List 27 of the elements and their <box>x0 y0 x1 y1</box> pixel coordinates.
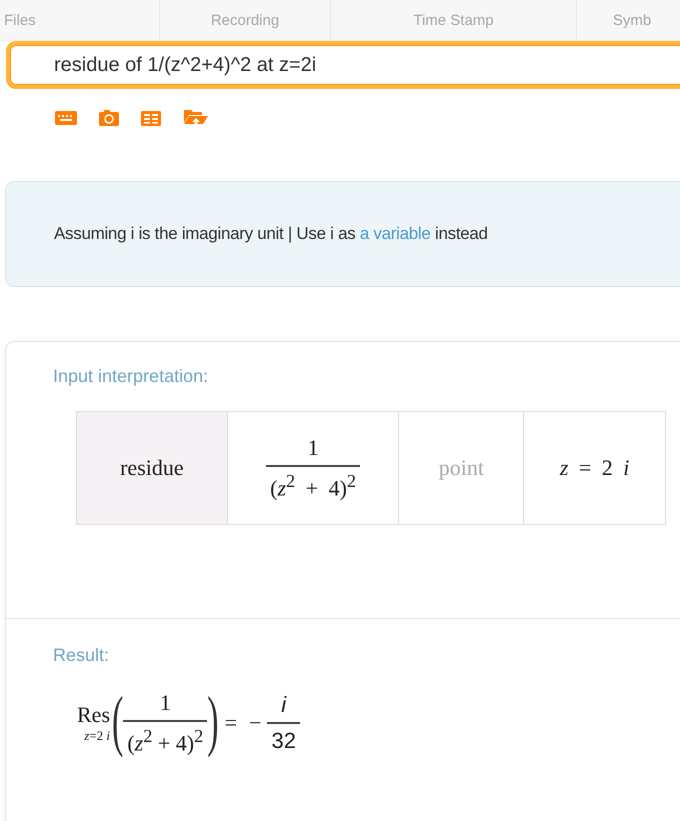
numerator: i <box>280 692 288 720</box>
numerator: 1 <box>306 434 320 462</box>
operator-name: Res <box>77 702 110 728</box>
camera-icon[interactable] <box>99 110 119 126</box>
minus-sign: − <box>249 710 262 736</box>
left-parenthesis: ( <box>112 685 124 762</box>
section-title: Result: <box>53 645 110 666</box>
operator-subscript: z=2 i <box>84 728 110 744</box>
query-field[interactable]: residue of 1/(z^2+4)^2 at z=2i <box>6 41 680 89</box>
table-cell: point <box>399 412 524 524</box>
table-cell-text: z = 2 i <box>558 454 630 482</box>
table-cell: residue <box>77 412 228 524</box>
column-header[interactable]: Files <box>0 0 160 40</box>
equals-sign: = <box>224 710 238 736</box>
column-header[interactable]: Recording <box>160 0 331 40</box>
right-parenthesis: ) <box>207 685 219 762</box>
table-icon[interactable] <box>141 110 161 126</box>
denominator: 32 <box>267 722 300 754</box>
column-header[interactable]: Time Stamp <box>331 0 577 40</box>
column-header[interactable]: Symb <box>577 0 680 40</box>
numerator: 1 <box>158 690 172 717</box>
denominator: (z$^{2}$ + 4)$^{2}$ <box>123 720 208 756</box>
variable-link[interactable]: a variable <box>360 224 431 243</box>
keyboard-icon[interactable] <box>55 111 77 125</box>
assumption-text: Assuming i is the imaginary unit | Use i as a variable instead <box>54 224 488 244</box>
section-title: Input interpretation: <box>53 366 210 387</box>
denominator: (z$^{2}$ + 4)$^{2}$ <box>266 464 360 502</box>
